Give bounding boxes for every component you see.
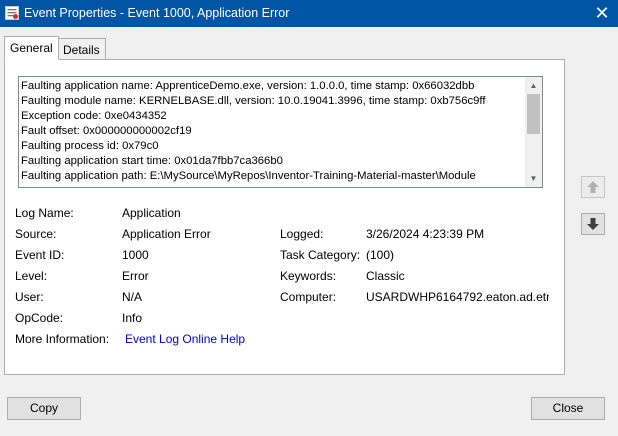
keywords-label: Keywords: <box>280 269 337 283</box>
logged-label: Logged: <box>280 227 324 241</box>
task-category-label: Task Category: <box>280 248 361 262</box>
computer-label: Computer: <box>280 290 337 304</box>
event-description-box[interactable]: Faulting application name: ApprenticeDem… <box>18 76 543 188</box>
scroll-down-icon[interactable]: ▼ <box>525 170 542 187</box>
window-title: Event Properties - Event 1000, Applicati… <box>24 6 290 20</box>
logged-value: 3/26/2024 4:23:39 PM <box>366 227 485 241</box>
event-viewer-icon <box>5 6 19 20</box>
user-value: N/A <box>122 290 143 304</box>
source-value: Application Error <box>122 227 211 241</box>
arrow-down-icon <box>587 218 599 230</box>
opcode-label: OpCode: <box>15 311 64 325</box>
log-name-label: Log Name: <box>15 206 74 220</box>
general-tab-panel: Faulting application name: ApprenticeDem… <box>4 59 565 375</box>
description-line: Faulting application name: ApprenticeDem… <box>21 80 475 92</box>
description-line: Exception code: 0xe0434352 <box>21 110 167 122</box>
opcode-value: Info <box>122 311 143 325</box>
description-line: Faulting application path: E:\MySource\M… <box>21 170 476 182</box>
tab-details[interactable]: Details <box>57 38 106 60</box>
description-line: Faulting process id: 0x79c0 <box>21 140 159 152</box>
event-log-online-help-link[interactable]: Event Log Online Help <box>125 332 245 346</box>
next-event-button[interactable] <box>581 213 605 235</box>
source-label: Source: <box>15 227 57 241</box>
event-id-value: 1000 <box>122 248 149 262</box>
task-category-value: (100) <box>366 248 395 262</box>
scrollbar-thumb[interactable] <box>527 94 540 134</box>
keywords-value: Classic <box>366 269 405 283</box>
event-description-text: Faulting application name: ApprenticeDem… <box>21 79 525 187</box>
description-line: Faulting module name: KERNELBASE.dll, ve… <box>21 95 486 107</box>
computer-value: USARDWHP6164792.eaton.ad.etn.c <box>366 290 549 304</box>
user-label: User: <box>15 290 44 304</box>
more-information-label: More Information: <box>15 332 110 346</box>
previous-event-button[interactable] <box>581 176 605 198</box>
close-window-button[interactable]: ✕ <box>589 2 615 24</box>
title-bar: Event Properties - Event 1000, Applicati… <box>0 0 618 27</box>
description-scrollbar[interactable]: ▲ ▼ <box>525 77 542 187</box>
close-button[interactable]: Close <box>531 397 605 420</box>
arrow-up-icon <box>587 181 599 193</box>
tab-general[interactable]: General <box>4 36 59 60</box>
log-name-value: Application <box>122 206 181 220</box>
copy-button[interactable]: Copy <box>7 397 81 420</box>
level-label: Level: <box>15 269 48 283</box>
description-line: Fault offset: 0x000000000002cf19 <box>21 125 192 137</box>
description-line: Faulting application start time: 0x01da7… <box>21 155 283 167</box>
event-id-label: Event ID: <box>15 248 65 262</box>
level-value: Error <box>122 269 149 283</box>
scroll-up-icon[interactable]: ▲ <box>525 77 542 94</box>
